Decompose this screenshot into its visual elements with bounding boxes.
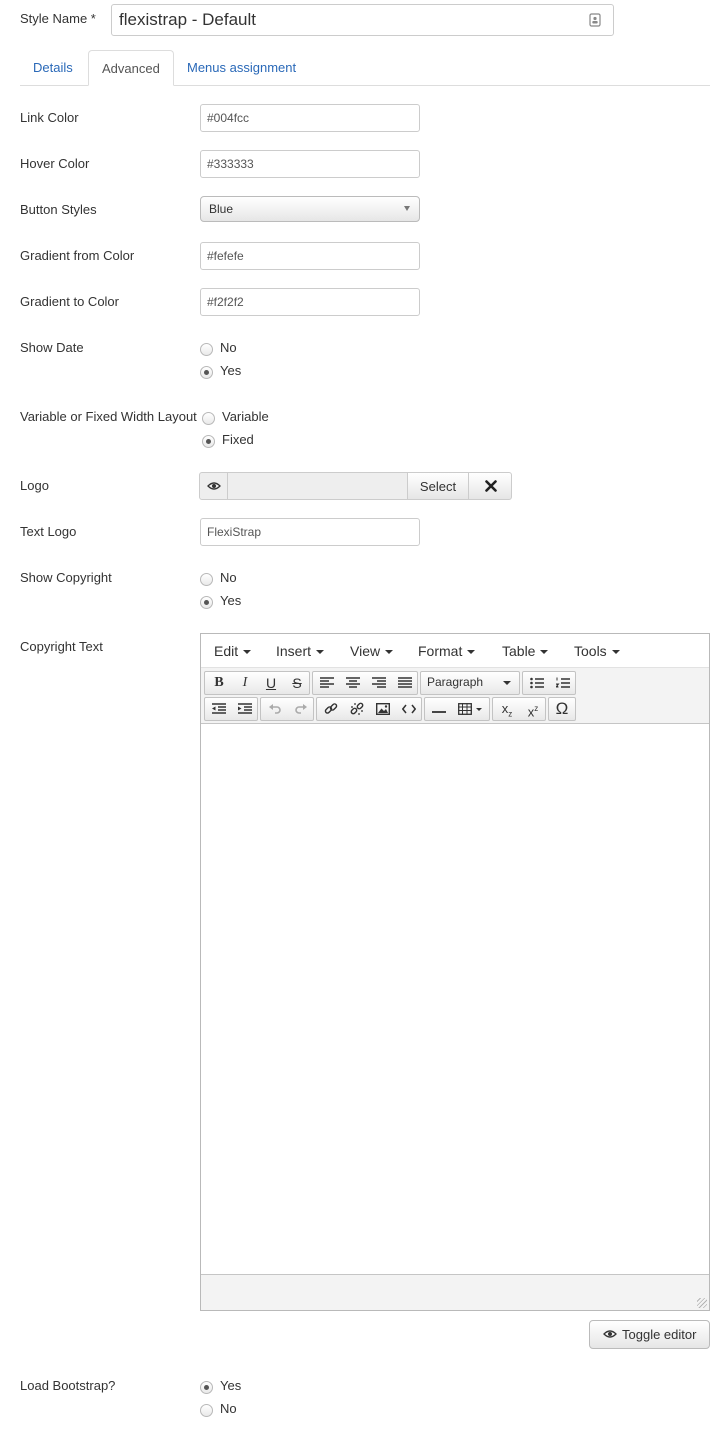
bullet-list-icon[interactable] (524, 672, 550, 694)
align-left-icon[interactable] (314, 672, 340, 694)
caret-down-icon (467, 650, 476, 655)
logo-label: Logo (20, 478, 49, 493)
caret-down-icon (540, 650, 549, 655)
style-name-input[interactable]: flexistrap - Default (111, 4, 614, 36)
close-icon (485, 480, 497, 492)
code-icon[interactable] (396, 698, 422, 720)
button-styles-label: Button Styles (20, 202, 97, 217)
radio-label: Variable (222, 409, 269, 424)
editor-menubar: Edit Insert View Format Table Tools (201, 634, 709, 668)
radio-label: Yes (220, 1378, 242, 1393)
logo-media-field: Select (199, 472, 513, 500)
editor-content-area[interactable] (201, 724, 709, 1274)
special-character-icon[interactable]: Ω (549, 698, 575, 720)
hr-table-group (424, 697, 490, 721)
logo-path-input[interactable] (227, 472, 408, 500)
toggle-editor-button[interactable]: Toggle editor (589, 1320, 710, 1349)
radio-label: No (220, 1401, 237, 1416)
table-icon[interactable] (452, 698, 490, 720)
align-group (312, 671, 418, 695)
superscript-icon[interactable]: xz (520, 698, 546, 720)
align-right-icon[interactable] (366, 672, 392, 694)
image-icon[interactable] (370, 698, 396, 720)
menu-view[interactable]: View (350, 643, 394, 659)
radio-label: No (220, 570, 237, 585)
eye-icon (603, 1330, 617, 1338)
script-group: xz xz (492, 697, 546, 721)
logo-select-button[interactable]: Select (407, 472, 469, 500)
gradient-to-label: Gradient to Color (20, 294, 119, 309)
layout-label: Variable or Fixed Width Layout (20, 409, 197, 424)
eye-icon (207, 482, 221, 490)
resize-handle-icon[interactable] (697, 1298, 707, 1308)
gradient-from-input[interactable]: #fefefe (200, 242, 420, 270)
logo-clear-button[interactable] (468, 472, 512, 500)
list-group (522, 671, 576, 695)
text-logo-input[interactable]: FlexiStrap (200, 518, 420, 546)
rich-text-editor: Edit Insert View Format Table Tools B I … (200, 633, 710, 1311)
tab-advanced[interactable]: Advanced (88, 50, 174, 86)
caret-down-icon (503, 681, 511, 685)
tab-details[interactable]: Details (20, 50, 86, 86)
format-group: B I U S (204, 671, 310, 695)
underline-icon[interactable]: U (258, 672, 284, 694)
align-justify-icon[interactable] (392, 672, 418, 694)
button-styles-select[interactable]: Blue (200, 196, 420, 222)
load-bootstrap-label: Load Bootstrap? (20, 1378, 116, 1393)
menu-edit[interactable]: Edit (214, 643, 252, 659)
hover-color-input[interactable]: #333333 (200, 150, 420, 178)
menu-insert[interactable]: Insert (276, 643, 325, 659)
caret-down-icon (316, 650, 325, 655)
radio-label: Fixed (222, 432, 254, 447)
indent-group (204, 697, 258, 721)
radio-label: Yes (220, 363, 242, 378)
block-format-dropdown[interactable]: Paragraph (420, 671, 520, 695)
redo-icon[interactable] (288, 698, 314, 720)
gradient-from-label: Gradient from Color (20, 248, 135, 263)
italic-icon[interactable]: I (232, 672, 258, 694)
button-styles-value: Blue (209, 202, 234, 216)
contact-card-icon (589, 13, 601, 30)
radio-label: No (220, 340, 237, 355)
menu-tools[interactable]: Tools (574, 643, 620, 659)
undo-icon[interactable] (262, 698, 288, 720)
unlink-icon[interactable] (344, 698, 370, 720)
style-name-label: Style Name * (20, 11, 96, 26)
chevron-down-icon (404, 206, 410, 211)
caret-down-icon (243, 650, 252, 655)
link-color-input[interactable]: #004fcc (200, 104, 420, 132)
radio-label: Yes (220, 593, 242, 608)
strikethrough-icon[interactable]: S (284, 672, 310, 694)
caret-down-icon (611, 650, 620, 655)
link-icon[interactable] (318, 698, 344, 720)
logo-preview-button[interactable] (199, 472, 228, 500)
copyright-text-label: Copyright Text (20, 639, 103, 654)
menu-format[interactable]: Format (418, 643, 476, 659)
link-color-label: Link Color (20, 110, 79, 125)
hover-color-label: Hover Color (20, 156, 90, 171)
history-group (260, 697, 314, 721)
editor-statusbar (201, 1274, 709, 1310)
insert-group (316, 697, 422, 721)
caret-down-icon (385, 650, 394, 655)
gradient-to-input[interactable]: #f2f2f2 (200, 288, 420, 316)
bold-icon[interactable]: B (206, 672, 232, 694)
toggle-editor-label: Toggle editor (622, 1327, 697, 1342)
style-name-value: flexistrap - Default (119, 10, 256, 29)
subscript-icon[interactable]: xz (494, 698, 520, 720)
outdent-icon[interactable] (206, 698, 232, 720)
show-date-label: Show Date (20, 340, 84, 355)
align-center-icon[interactable] (340, 672, 366, 694)
editor-toolbar: B I U S Paragraph xz xz Ω (201, 668, 709, 724)
menu-table[interactable]: Table (502, 643, 549, 659)
block-format-value: Paragraph (427, 675, 484, 689)
show-copyright-label: Show Copyright (20, 570, 112, 585)
horizontal-rule-icon[interactable] (426, 698, 452, 720)
tab-menus-assignment[interactable]: Menus assignment (174, 50, 309, 86)
special-group: Ω (548, 697, 576, 721)
numbered-list-icon[interactable] (550, 672, 576, 694)
text-logo-label: Text Logo (20, 524, 77, 539)
indent-icon[interactable] (232, 698, 258, 720)
